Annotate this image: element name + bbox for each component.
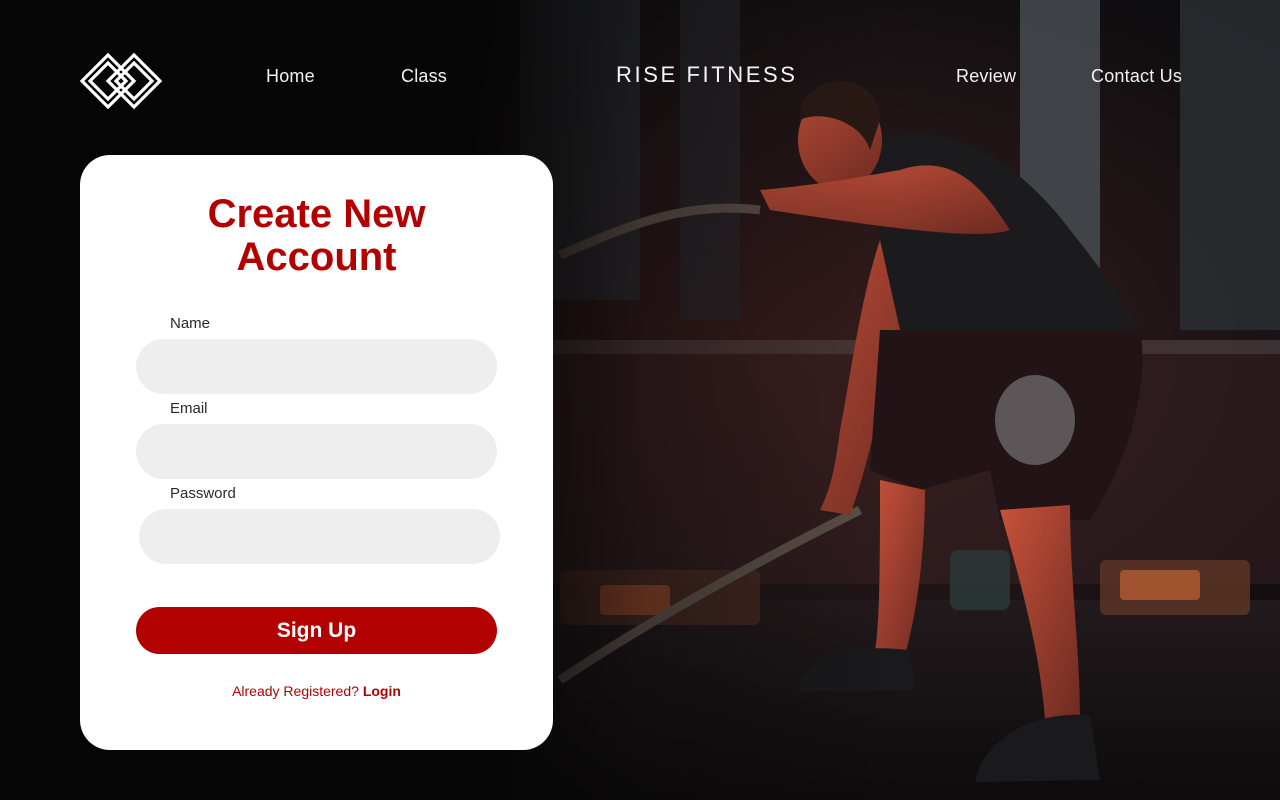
name-label: Name xyxy=(170,315,211,332)
name-input[interactable] xyxy=(136,339,497,394)
form-title-line2: Account xyxy=(236,235,397,279)
sign-up-button[interactable]: Sign Up xyxy=(136,607,497,654)
signup-card: Create New Account Name Email Password S… xyxy=(80,155,553,750)
password-input[interactable] xyxy=(139,509,500,564)
nav-contact-us-link[interactable]: Contact Us xyxy=(1091,66,1182,87)
already-registered-row: Already Registered? Login xyxy=(80,683,553,699)
nav-class-link[interactable]: Class xyxy=(401,66,447,87)
email-input[interactable] xyxy=(136,424,497,479)
brand-name: RISE FITNESS xyxy=(616,62,798,87)
form-title: Create New Account xyxy=(80,193,553,279)
already-registered-text: Already Registered? xyxy=(232,683,359,699)
login-link[interactable]: Login xyxy=(363,683,401,699)
interlocked-diamond-logo-icon[interactable] xyxy=(79,50,163,112)
password-label: Password xyxy=(170,485,236,502)
page: Home Class RISE FITNESS Review Contact U… xyxy=(0,0,1280,800)
email-label: Email xyxy=(170,400,208,417)
form-title-line1: Create New xyxy=(207,192,426,236)
nav-home-link[interactable]: Home xyxy=(266,66,315,87)
nav-review-link[interactable]: Review xyxy=(956,66,1016,87)
